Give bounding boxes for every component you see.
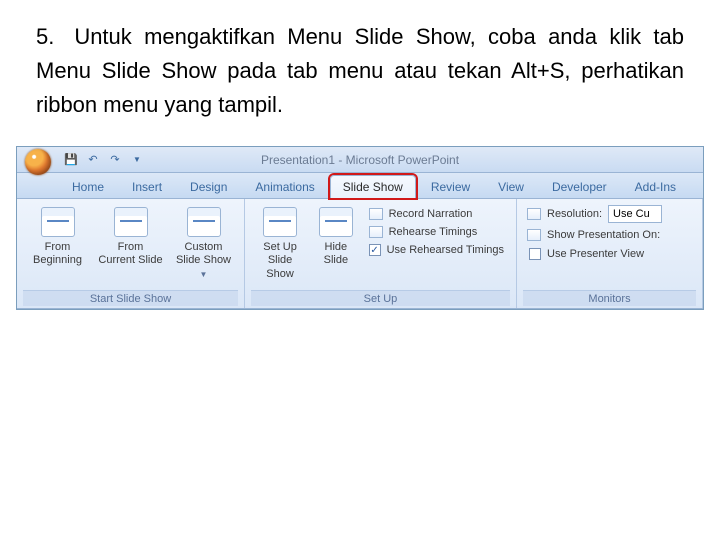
set-up-slide-show-icon: [263, 207, 297, 237]
tab-home[interactable]: Home: [59, 175, 117, 198]
show-on-row: Show Presentation On:: [527, 229, 692, 241]
resolution-icon: [527, 208, 541, 220]
use-rehearsed-timings-label: Use Rehearsed Timings: [387, 244, 504, 256]
group-label-start: Start Slide Show: [23, 290, 238, 306]
rehearse-timings-label: Rehearse Timings: [389, 226, 478, 238]
from-beginning-label: From Beginning: [25, 241, 90, 267]
use-presenter-view-label: Use Presenter View: [547, 248, 644, 260]
from-current-slide-label: From Current Slide: [98, 241, 163, 267]
from-current-slide-button[interactable]: From Current Slide: [96, 205, 165, 267]
rehearse-timings-button[interactable]: Rehearse Timings: [367, 225, 506, 239]
setup-options: Record Narration Rehearse Timings ✓ Use …: [363, 205, 510, 259]
tab-review[interactable]: Review: [418, 175, 483, 198]
save-icon[interactable]: 💾: [63, 152, 79, 168]
powerpoint-window: 💾 ↶ ↷ ▼ Presentation1 - Microsoft PowerP…: [16, 146, 704, 310]
tab-design[interactable]: Design: [177, 175, 240, 198]
record-narration-button[interactable]: Record Narration: [367, 207, 506, 221]
tab-slide-show[interactable]: Slide Show: [330, 175, 416, 198]
tab-animations[interactable]: Animations: [242, 175, 327, 198]
record-narration-label: Record Narration: [389, 208, 473, 220]
tab-insert[interactable]: Insert: [119, 175, 175, 198]
titlebar: 💾 ↶ ↷ ▼ Presentation1 - Microsoft PowerP…: [17, 147, 703, 173]
ribbon-tabs: Home Insert Design Animations Slide Show…: [17, 173, 703, 199]
resolution-label: Resolution:: [547, 208, 602, 220]
qat-customize-icon[interactable]: ▼: [129, 152, 145, 168]
custom-slide-show-label: Custom Slide Show: [171, 241, 236, 267]
checkbox-checked-icon: ✓: [369, 244, 381, 256]
group-label-setup: Set Up: [251, 290, 510, 306]
tab-addins[interactable]: Add-Ins: [622, 175, 689, 198]
custom-slide-show-icon: [187, 207, 221, 237]
hide-slide-label: Hide Slide: [315, 241, 356, 267]
show-on-label: Show Presentation On:: [547, 229, 660, 241]
from-beginning-icon: [41, 207, 75, 237]
group-set-up: Set Up Slide Show Hide Slide Record Narr…: [245, 199, 517, 308]
set-up-slide-show-label: Set Up Slide Show: [253, 241, 307, 281]
quick-access-toolbar: 💾 ↶ ↷ ▼: [63, 152, 145, 168]
use-presenter-view-checkbox[interactable]: Use Presenter View: [527, 247, 692, 261]
rehearse-timings-icon: [369, 226, 383, 238]
instruction-text: 5. Untuk mengaktifkan Menu Slide Show, c…: [0, 0, 720, 146]
office-button[interactable]: [25, 149, 51, 175]
undo-icon[interactable]: ↶: [85, 152, 101, 168]
use-rehearsed-timings-checkbox[interactable]: ✓ Use Rehearsed Timings: [367, 243, 506, 257]
tab-developer[interactable]: Developer: [539, 175, 620, 198]
checkbox-unchecked-icon: [529, 248, 541, 260]
redo-icon[interactable]: ↷: [107, 152, 123, 168]
window-title: Presentation1 - Microsoft PowerPoint: [261, 153, 459, 167]
group-start-slide-show: From Beginning From Current Slide Custom…: [17, 199, 245, 308]
instruction-body: Untuk mengaktifkan Menu Slide Show, coba…: [36, 24, 684, 117]
chevron-down-icon: ▼: [200, 270, 208, 280]
hide-slide-icon: [319, 207, 353, 237]
resolution-row: Resolution:: [527, 205, 692, 223]
instruction-number: 5.: [36, 20, 62, 54]
from-current-slide-icon: [114, 207, 148, 237]
ribbon: From Beginning From Current Slide Custom…: [17, 199, 703, 309]
from-beginning-button[interactable]: From Beginning: [23, 205, 92, 267]
tab-view[interactable]: View: [485, 175, 537, 198]
group-label-monitors: Monitors: [523, 290, 696, 306]
record-narration-icon: [369, 208, 383, 220]
hide-slide-button[interactable]: Hide Slide: [313, 205, 358, 267]
group-monitors: Resolution: Show Presentation On: Use Pr…: [517, 199, 703, 308]
resolution-dropdown[interactable]: [608, 205, 662, 223]
set-up-slide-show-button[interactable]: Set Up Slide Show: [251, 205, 309, 281]
show-on-icon: [527, 229, 541, 241]
custom-slide-show-button[interactable]: Custom Slide Show ▼: [169, 205, 238, 279]
